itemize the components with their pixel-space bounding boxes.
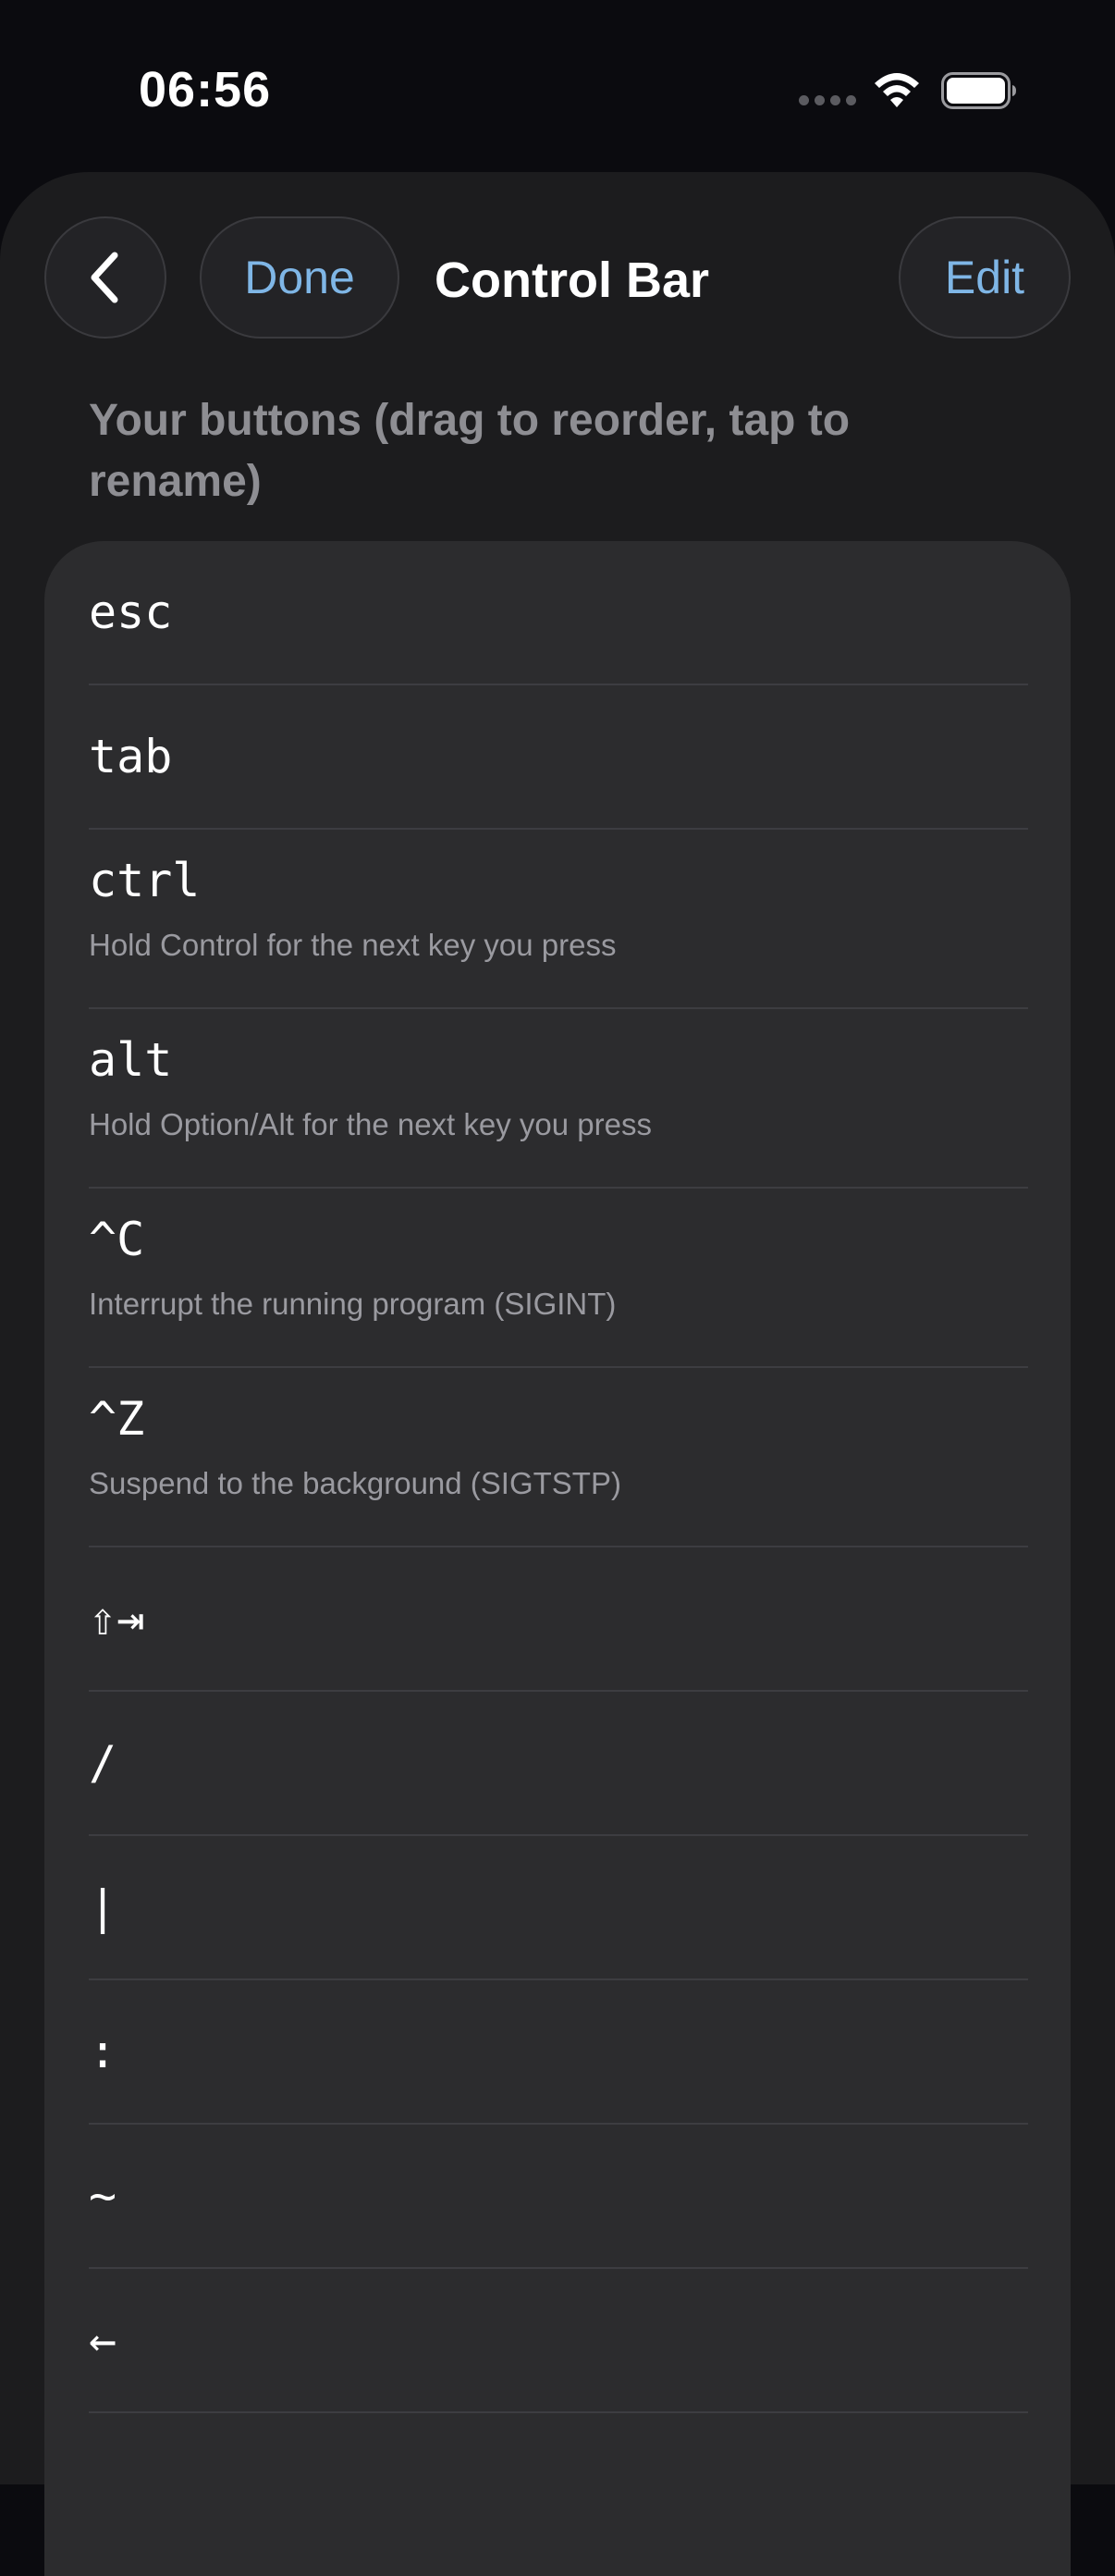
battery-icon (941, 72, 1016, 109)
list-item[interactable]: ← (44, 2269, 1071, 2413)
cellular-dots-icon (799, 95, 856, 105)
status-time: 06:56 (139, 62, 272, 117)
page-title: Control Bar (435, 253, 709, 308)
button-label: tab (89, 730, 173, 783)
button-label: / (89, 1736, 117, 1790)
button-label: ^Z (89, 1392, 145, 1446)
nav-bar: Done Control Bar Edit (0, 172, 1115, 339)
button-label: ← (89, 2313, 117, 2367)
button-label: esc (89, 585, 173, 639)
list-item[interactable]: alt Hold Option/Alt for the next key you … (44, 1009, 1071, 1189)
wifi-icon (875, 73, 919, 107)
button-label: ⇧⇥ (89, 1592, 145, 1645)
list-item[interactable]: esc (44, 541, 1071, 685)
button-description: Suspend to the background (SIGTSTP) (89, 1466, 621, 1500)
control-bar-sheet: Done Control Bar Edit Your buttons (drag… (0, 172, 1115, 2576)
button-description: Hold Control for the next key you press (89, 928, 617, 962)
row-divider (89, 2411, 1028, 2413)
list-item[interactable]: : (44, 1980, 1071, 2125)
button-label: ^C (89, 1213, 145, 1266)
list-item[interactable]: ~ (44, 2125, 1071, 2269)
button-label: ~ (89, 2169, 117, 2223)
button-description: Hold Option/Alt for the next key you pre… (89, 1107, 652, 1141)
list-item[interactable]: ⇧⇥ (44, 1547, 1071, 1692)
edit-button[interactable]: Edit (899, 216, 1071, 339)
button-label: : (89, 2025, 117, 2078)
list-item[interactable]: tab (44, 685, 1071, 830)
list-item[interactable]: ^Z Suspend to the background (SIGTSTP) (44, 1368, 1071, 1547)
list-item[interactable]: ^C Interrupt the running program (SIGINT) (44, 1189, 1071, 1368)
button-label: alt (89, 1033, 173, 1087)
chevron-left-icon (91, 252, 118, 303)
buttons-list: esc tab ctrl Hold Control for the next key … (44, 541, 1071, 2576)
section-header: Your buttons (drag to reorder, tap to re… (89, 396, 851, 506)
button-description: Interrupt the running program (SIGINT) (89, 1287, 617, 1321)
status-bar: 06:56 (0, 0, 1115, 176)
list-item[interactable]: / (44, 1692, 1071, 1836)
done-button[interactable]: Done (200, 216, 399, 339)
list-item[interactable]: | (44, 1836, 1071, 1980)
back-button[interactable] (44, 216, 166, 339)
button-label: ctrl (89, 854, 201, 907)
list-item[interactable]: ctrl Hold Control for the next key you pr… (44, 830, 1071, 1009)
button-label: | (89, 1880, 117, 1934)
